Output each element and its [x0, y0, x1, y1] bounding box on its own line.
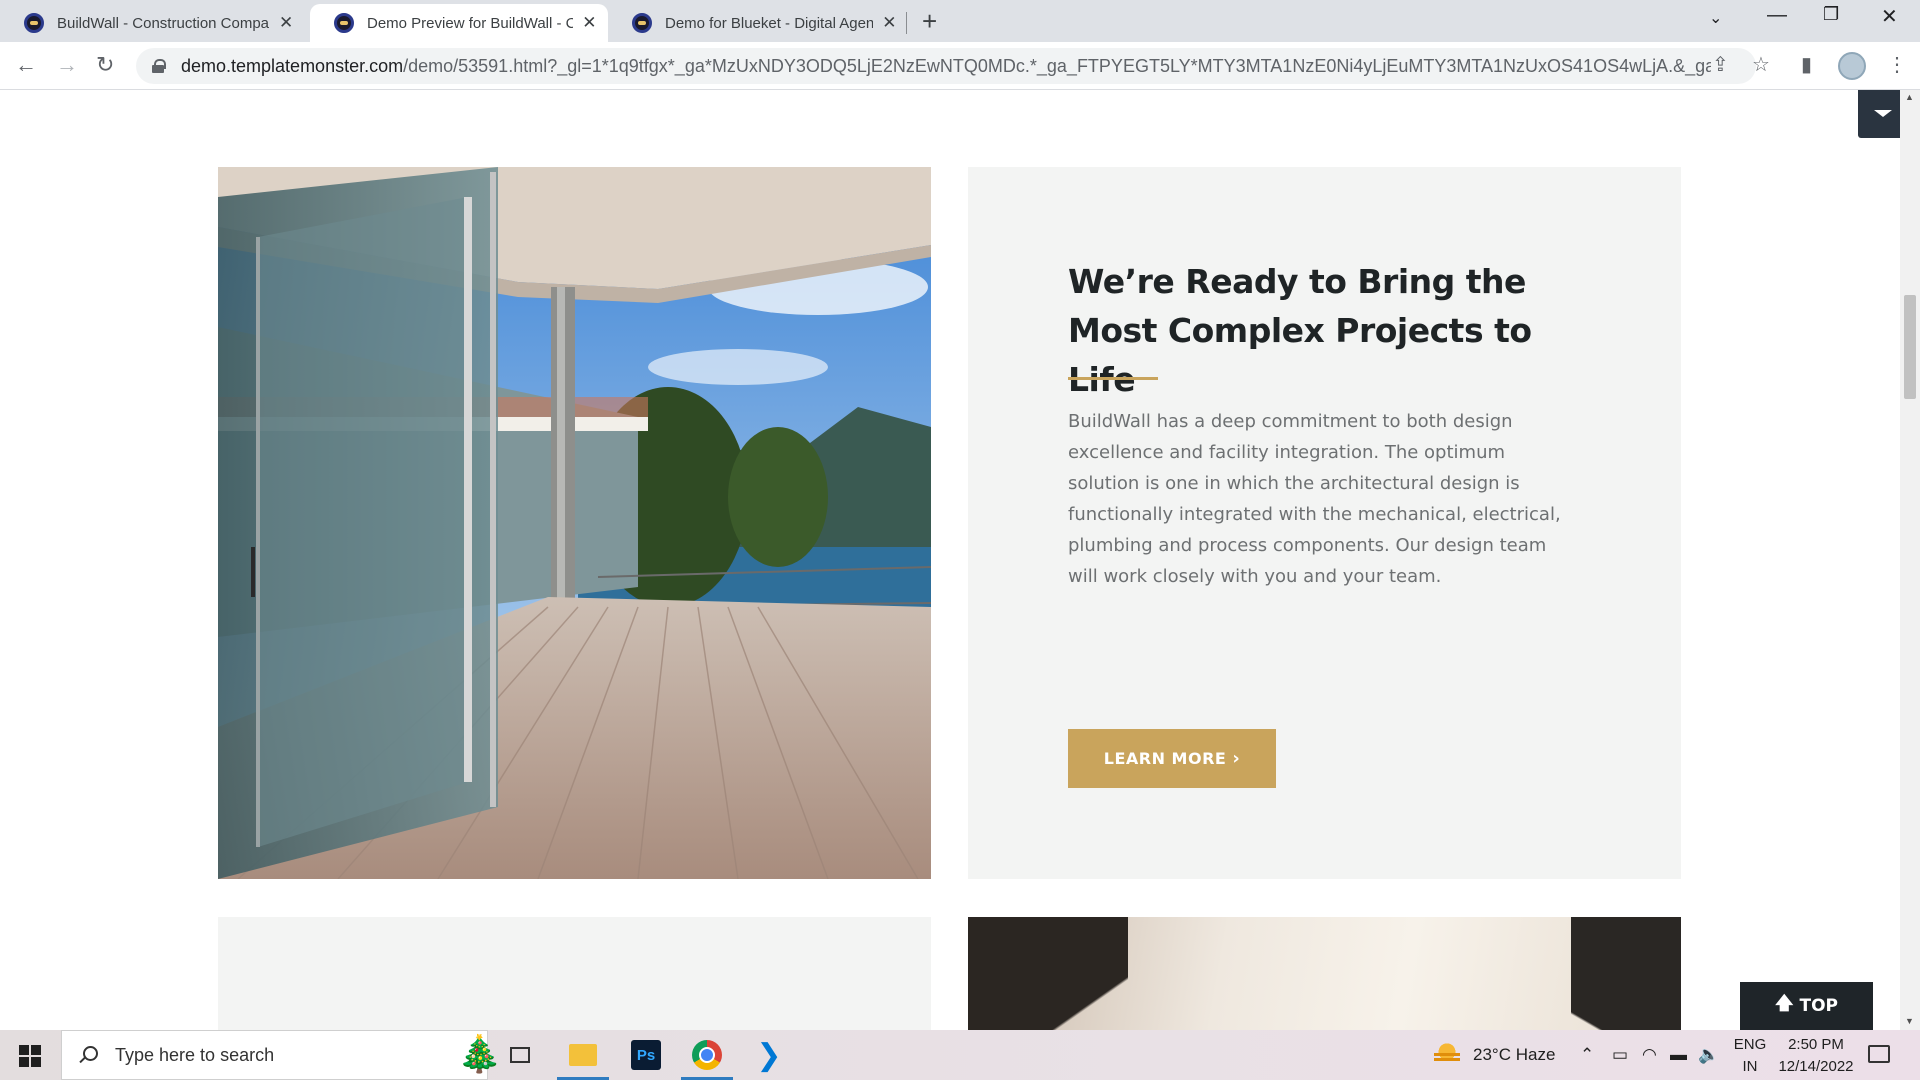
weather-text[interactable]: 23°C Haze: [1473, 1030, 1555, 1080]
windows-start-icon[interactable]: [19, 1045, 41, 1067]
notifications-icon[interactable]: [1868, 1045, 1890, 1063]
learn-more-label: LEARN MORE: [1103, 749, 1227, 768]
chevron-right-icon: ›: [1232, 748, 1241, 769]
chrome-icon[interactable]: [692, 1040, 722, 1070]
windows-taskbar: Type here to search 🎄 Ps ❯ 23°C Haze ⌃ ▭…: [0, 1030, 1920, 1080]
url-host: demo.templatemonster.com: [181, 55, 404, 76]
interior-photo: [968, 917, 1681, 1030]
scroll-to-top-button[interactable]: 🡅 TOP: [1740, 982, 1873, 1030]
heading-divider: [1068, 377, 1158, 380]
scroll-to-top-label: TOP: [1799, 996, 1839, 1016]
tab-close-icon[interactable]: ✕: [581, 13, 598, 33]
url-omnibox[interactable]: demo.templatemonster.com/demo/53591.html…: [136, 48, 1756, 84]
show-hidden-icons-chevron-icon[interactable]: ⌃: [1580, 1030, 1594, 1080]
section-body-text: BuildWall has a deep commitment to both …: [1068, 411, 1561, 587]
tab-title: Demo Preview for BuildWall - Co: [367, 14, 573, 32]
site-favicon-icon: [24, 13, 44, 33]
learn-more-button[interactable]: LEARN MORE ›: [1068, 729, 1276, 788]
wifi-icon[interactable]: ◠: [1642, 1030, 1657, 1080]
weather-haze-icon[interactable]: [1434, 1043, 1460, 1065]
forward-arrow-icon[interactable]: →: [56, 52, 78, 78]
language-indicator[interactable]: ENG IN: [1730, 1034, 1770, 1078]
tab-title: BuildWall - Construction Compan: [57, 14, 270, 32]
speaker-icon[interactable]: 🔈: [1698, 1030, 1719, 1080]
url-text[interactable]: demo.templatemonster.com/demo/53591.html…: [181, 56, 1711, 77]
battery-icon[interactable]: ▬: [1670, 1030, 1687, 1080]
address-bar-row: ← → ↻ demo.templatemonster.com/demo/5359…: [0, 42, 1920, 90]
profile-avatar[interactable]: [1838, 52, 1866, 80]
tab-close-icon[interactable]: ✕: [277, 13, 295, 33]
terrace-illustration: [218, 167, 931, 879]
meet-now-icon[interactable]: ▭: [1612, 1030, 1628, 1080]
wall-shape: [1571, 917, 1681, 1030]
site-favicon-icon: [632, 13, 652, 33]
system-clock[interactable]: 2:50 PM 12/14/2022: [1776, 1034, 1856, 1078]
tab-blueket[interactable]: Demo for Blueket - Digital Agenc ✕: [608, 4, 908, 42]
file-explorer-icon[interactable]: [569, 1044, 597, 1066]
back-arrow-icon[interactable]: ←: [15, 52, 37, 78]
browser-menu-icon[interactable]: ⋮: [1887, 52, 1907, 77]
scroll-down-arrow-icon[interactable]: ▼: [1905, 1016, 1914, 1026]
ceiling-beam-shape: [968, 917, 1128, 1030]
lock-icon[interactable]: [152, 59, 166, 73]
side-panel-icon[interactable]: ▮: [1801, 52, 1812, 77]
region-code: IN: [1742, 1058, 1758, 1075]
page-scrollbar[interactable]: ▲ ▼: [1900, 90, 1920, 1030]
arrow-up-icon: 🡅: [1774, 993, 1794, 1014]
tab-search-chevron-icon[interactable]: ⌄: [1709, 8, 1722, 28]
search-highlight-art-icon: 🎄: [457, 1033, 502, 1074]
share-icon[interactable]: ⇪: [1712, 52, 1729, 77]
info-card: We’re Ready to Bring the Most Complex Pr…: [968, 167, 1681, 879]
demo-panel-toggle-button[interactable]: [1858, 90, 1900, 138]
site-favicon-icon: [334, 13, 354, 33]
section-heading: We’re Ready to Bring the Most Complex Pr…: [1068, 262, 1532, 399]
tab-strip: BuildWall - Construction Compan ✕ Demo P…: [0, 0, 1920, 42]
bookmark-star-icon[interactable]: ☆: [1752, 52, 1770, 77]
vscode-icon[interactable]: ❯: [754, 1038, 784, 1073]
clock-date: 12/14/2022: [1778, 1058, 1854, 1075]
close-window-button[interactable]: ✕: [1881, 4, 1898, 29]
terrace-photo: [218, 167, 931, 879]
tab-buildwall[interactable]: BuildWall - Construction Compan ✕: [0, 4, 305, 42]
reload-icon[interactable]: ↻: [96, 52, 114, 78]
search-icon: [78, 1046, 98, 1064]
next-info-card: [218, 917, 931, 1030]
language-code: ENG: [1733, 1036, 1767, 1053]
tab-demo-preview[interactable]: Demo Preview for BuildWall - Co ✕: [310, 4, 608, 42]
search-placeholder: Type here to search: [115, 1044, 275, 1065]
page-viewport: We’re Ready to Bring the Most Complex Pr…: [0, 90, 1900, 1030]
restore-button[interactable]: ❐: [1823, 4, 1839, 25]
scroll-thumb[interactable]: [1904, 295, 1916, 399]
tab-separator: [906, 12, 907, 34]
scroll-up-arrow-icon[interactable]: ▲: [1905, 92, 1914, 102]
url-path: /demo/53591.html?_gl=1*1q9tfgx*_ga*MzUxN…: [403, 55, 1711, 76]
photoshop-icon[interactable]: Ps: [631, 1040, 661, 1070]
clock-time: 2:50 PM: [1788, 1036, 1844, 1053]
tab-close-icon[interactable]: ✕: [881, 13, 898, 33]
task-view-icon[interactable]: [510, 1047, 530, 1063]
taskbar-search-box[interactable]: Type here to search 🎄: [61, 1030, 502, 1080]
new-tab-button[interactable]: +: [922, 6, 937, 37]
tab-title: Demo for Blueket - Digital Agenc: [665, 14, 873, 32]
minimize-button[interactable]: —: [1767, 4, 1787, 27]
